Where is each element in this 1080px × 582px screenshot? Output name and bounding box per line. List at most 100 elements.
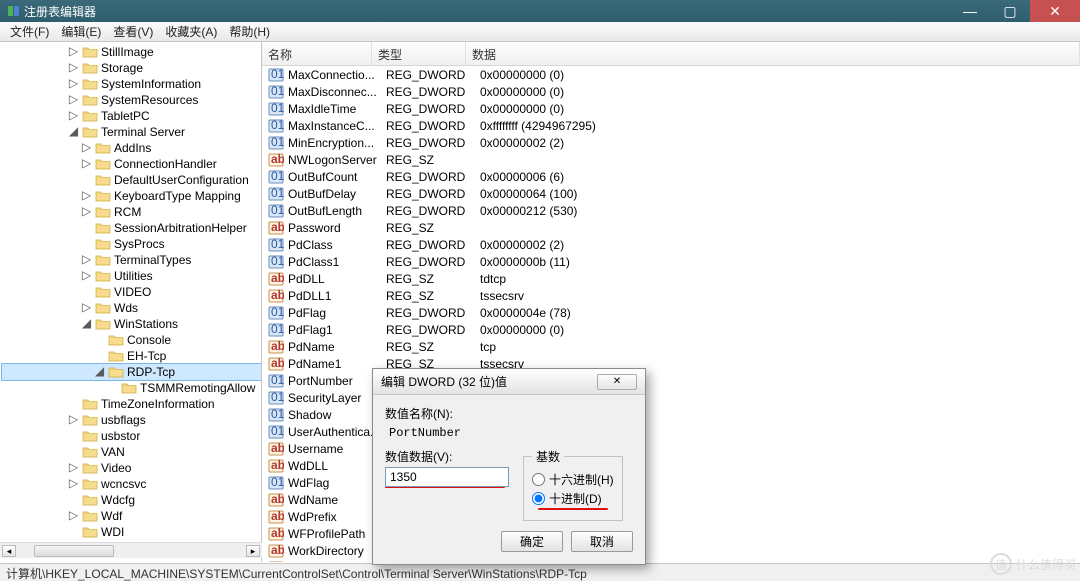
- value-type-cell: REG_SZ: [386, 340, 480, 354]
- col-name[interactable]: 名称: [262, 42, 372, 65]
- tree-twisty-icon[interactable]: ▷: [67, 476, 80, 492]
- tree-twisty-icon[interactable]: ▷: [80, 188, 93, 204]
- tree-item[interactable]: ◢Terminal Server: [2, 124, 261, 140]
- tree-twisty-icon[interactable]: ◢: [93, 364, 106, 380]
- list-row[interactable]: OutBufDelayREG_DWORD0x00000064 (100): [262, 185, 1080, 202]
- tree-item[interactable]: ▷Storage: [2, 60, 261, 76]
- menu-view[interactable]: 查看(V): [107, 21, 159, 42]
- list-row[interactable]: MinEncryption...REG_DWORD0x00000002 (2): [262, 134, 1080, 151]
- tree-twisty-icon[interactable]: ▷: [67, 92, 80, 108]
- tree-item[interactable]: ◢RDP-Tcp: [2, 364, 261, 380]
- tree-item[interactable]: ▷SystemInformation: [2, 76, 261, 92]
- col-type[interactable]: 类型: [372, 42, 466, 65]
- string-icon: [268, 561, 284, 563]
- tree-item[interactable]: ▷Video: [2, 460, 261, 476]
- tree-twisty-icon[interactable]: ▷: [80, 252, 93, 268]
- tree-item[interactable]: ▷KeyboardType Mapping: [2, 188, 261, 204]
- value-name-cell: PdDLL: [288, 272, 386, 286]
- tree-item[interactable]: WDI: [2, 524, 261, 540]
- tree-scrollbar[interactable]: ◂ ▸: [0, 542, 262, 558]
- menu-help[interactable]: 帮助(H): [223, 21, 276, 42]
- minimize-button[interactable]: —: [950, 0, 990, 22]
- list-row[interactable]: MaxConnectio...REG_DWORD0x00000000 (0): [262, 66, 1080, 83]
- tree-item[interactable]: VAN: [2, 444, 261, 460]
- list-row[interactable]: OutBufLengthREG_DWORD0x00000212 (530): [262, 202, 1080, 219]
- tree-twisty-icon[interactable]: ◢: [67, 124, 80, 140]
- tree-twisty-icon[interactable]: ▷: [67, 460, 80, 476]
- list-row[interactable]: PasswordREG_SZ: [262, 219, 1080, 236]
- tree-item[interactable]: SessionArbitrationHelper: [2, 220, 261, 236]
- close-button[interactable]: ✕: [1030, 0, 1080, 22]
- tree-item[interactable]: ▷TabletPC: [2, 108, 261, 124]
- tree-item[interactable]: ▷AddIns: [2, 140, 261, 156]
- tree-twisty-icon[interactable]: ▷: [80, 140, 93, 156]
- list-row[interactable]: NWLogonServerREG_SZ: [262, 151, 1080, 168]
- list-row[interactable]: MaxIdleTimeREG_DWORD0x00000000 (0): [262, 100, 1080, 117]
- tree-twisty-icon[interactable]: ▷: [80, 300, 93, 316]
- tree-item[interactable]: TimeZoneInformation: [2, 396, 261, 412]
- menu-edit[interactable]: 编辑(E): [55, 21, 107, 42]
- folder-icon: [82, 509, 98, 523]
- menu-favorites[interactable]: 收藏夹(A): [159, 21, 223, 42]
- folder-icon: [95, 205, 111, 219]
- tree-twisty-icon[interactable]: ▷: [67, 76, 80, 92]
- list-row[interactable]: MaxDisconnec...REG_DWORD0x00000000 (0): [262, 83, 1080, 100]
- scroll-right-arrow[interactable]: ▸: [246, 545, 260, 557]
- radio-dec-input[interactable]: [532, 492, 545, 505]
- radio-hex-input[interactable]: [532, 473, 545, 486]
- tree-item[interactable]: EH-Tcp: [2, 348, 261, 364]
- radio-hex[interactable]: 十六进制(H): [532, 471, 614, 488]
- list-row[interactable]: PdClass1REG_DWORD0x0000000b (11): [262, 253, 1080, 270]
- tree-item[interactable]: DefaultUserConfiguration: [2, 172, 261, 188]
- menu-file[interactable]: 文件(F): [4, 21, 55, 42]
- tree-item[interactable]: usbstor: [2, 428, 261, 444]
- tree-item[interactable]: ▷ConnectionHandler: [2, 156, 261, 172]
- tree-item[interactable]: ▷RCM: [2, 204, 261, 220]
- list-row[interactable]: PdClassREG_DWORD0x00000002 (2): [262, 236, 1080, 253]
- list-row[interactable]: PdFlag1REG_DWORD0x00000000 (0): [262, 321, 1080, 338]
- tree-item[interactable]: Wdcfg: [2, 492, 261, 508]
- tree-item[interactable]: ▷StillImage: [2, 44, 261, 60]
- tree-twisty-icon[interactable]: ▷: [80, 204, 93, 220]
- tree-item[interactable]: ▷SystemResources: [2, 92, 261, 108]
- tree-twisty-icon[interactable]: ▷: [67, 412, 80, 428]
- list-row[interactable]: MaxInstanceC...REG_DWORD0xffffffff (4294…: [262, 117, 1080, 134]
- tree-item[interactable]: SysProcs: [2, 236, 261, 252]
- tree-item[interactable]: ▷Wdf: [2, 508, 261, 524]
- list-row[interactable]: PdDLL1REG_SZtssecsrv: [262, 287, 1080, 304]
- tree-item[interactable]: ◢WinStations: [2, 316, 261, 332]
- folder-icon: [82, 413, 98, 427]
- tree-item[interactable]: Console: [2, 332, 261, 348]
- value-type-cell: REG_DWORD: [386, 119, 480, 133]
- scroll-thumb[interactable]: [34, 545, 114, 557]
- list-row[interactable]: PdDLLREG_SZtdtcp: [262, 270, 1080, 287]
- tree-item[interactable]: ▷TerminalTypes: [2, 252, 261, 268]
- col-data[interactable]: 数据: [466, 42, 1080, 65]
- list-row[interactable]: PdFlagREG_DWORD0x0000004e (78): [262, 304, 1080, 321]
- tree-item[interactable]: ▷Utilities: [2, 268, 261, 284]
- folder-icon: [108, 349, 124, 363]
- tree-twisty-icon[interactable]: ◢: [80, 316, 93, 332]
- dialog-close-button[interactable]: ✕: [597, 374, 637, 390]
- list-row[interactable]: PdNameREG_SZtcp: [262, 338, 1080, 355]
- tree-item[interactable]: VIDEO: [2, 284, 261, 300]
- ok-button[interactable]: 确定: [501, 531, 563, 552]
- maximize-button[interactable]: ▢: [990, 0, 1030, 22]
- tree-item[interactable]: ▷Wds: [2, 300, 261, 316]
- scroll-left-arrow[interactable]: ◂: [2, 545, 16, 557]
- tree-twisty-icon[interactable]: ▷: [67, 108, 80, 124]
- tree-twisty-icon[interactable]: ▷: [67, 44, 80, 60]
- radio-dec[interactable]: 十进制(D): [532, 490, 614, 507]
- string-icon: [268, 340, 284, 354]
- cancel-button[interactable]: 取消: [571, 531, 633, 552]
- value-data-input[interactable]: [385, 467, 509, 487]
- list-row[interactable]: OutBufCountREG_DWORD0x00000006 (6): [262, 168, 1080, 185]
- tree-twisty-icon[interactable]: ▷: [67, 60, 80, 76]
- tree-item[interactable]: TSMMRemotingAllow: [2, 380, 261, 396]
- tree-item[interactable]: ▷wcncsvc: [2, 476, 261, 492]
- tree-twisty-icon[interactable]: ▷: [80, 268, 93, 284]
- tree-twisty-icon[interactable]: ▷: [80, 156, 93, 172]
- tree-item[interactable]: ▷usbflags: [2, 412, 261, 428]
- tree-pane[interactable]: ▷StillImage▷Storage▷SystemInformation▷Sy…: [0, 42, 262, 562]
- tree-twisty-icon[interactable]: ▷: [67, 508, 80, 524]
